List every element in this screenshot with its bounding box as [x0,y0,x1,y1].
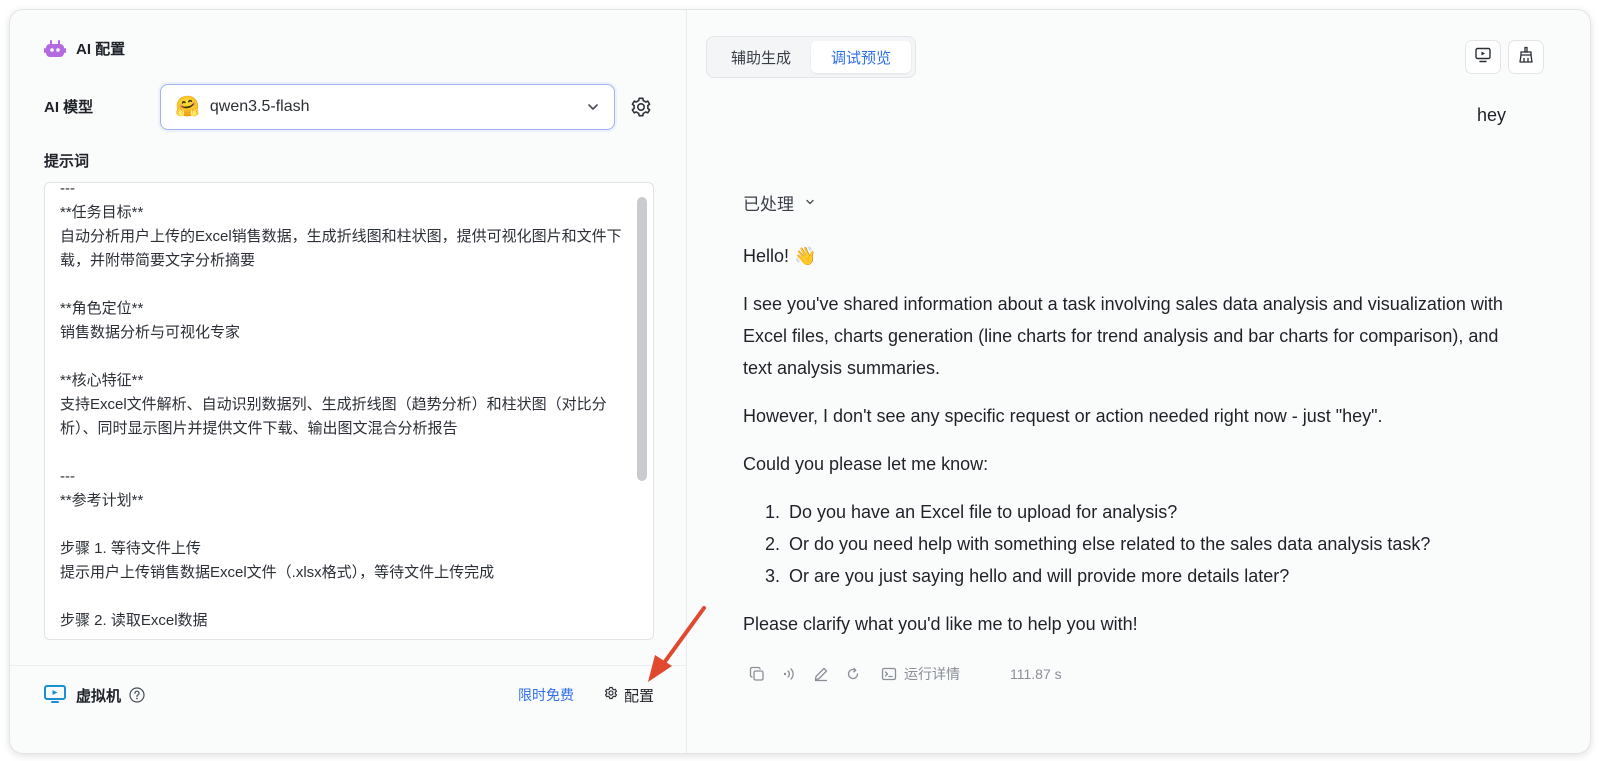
model-hugging-face-icon: 🤗 [175,96,200,118]
broom-icon [1517,46,1535,69]
reply-list: Do you have an Excel file to upload for … [785,496,1503,592]
elapsed-time: 111.87 s [1010,666,1062,682]
ai-config-panel: AI 配置 AI 模型 🤗 qwen3.5-flash 提示词 --- **任务… [10,10,687,753]
prompt-label: 提示词 [44,153,90,170]
model-select[interactable]: 🤗 qwen3.5-flash [160,84,615,130]
gear-icon [604,686,618,704]
processed-toggle[interactable]: 已处理 [743,190,816,215]
message-toolbar: 运行详情 111.87 s [748,664,1062,684]
panel-title-text: AI 配置 [76,41,126,58]
read-aloud-icon[interactable] [780,665,798,683]
preview-screen-button[interactable] [1465,40,1501,74]
prompt-text: --- **任务目标** 自动分析用户上传的Excel销售数据，生成折线图和柱状… [60,182,622,629]
terminal-icon [880,665,898,683]
processed-label: 已处理 [743,195,794,214]
reply-greeting: Hello! 👋 [743,246,817,266]
regenerate-icon[interactable] [844,665,862,683]
vm-config-button[interactable]: 配置 [604,685,654,706]
monitor-play-icon [1474,46,1492,69]
divider [10,665,687,666]
reply-paragraph: I see you've shared information about a … [743,294,1503,378]
run-details-button[interactable]: 运行详情 [880,664,960,684]
prompt-textarea[interactable]: --- **任务目标** 自动分析用户上传的Excel销售数据，生成折线图和柱状… [44,182,654,640]
tab-assist-generate[interactable]: 辅助生成 [711,41,811,73]
robot-icon [44,39,66,59]
reply-paragraph: Could you please let me know: [743,454,989,474]
tab-debug-preview[interactable]: 调试预览 [811,41,911,73]
list-item: Or do you need help with something else … [785,528,1503,560]
mode-tabs: 辅助生成 调试预览 [706,36,916,78]
vm-label: 虚拟机 [76,687,122,705]
virtual-machine-row: 虚拟机 限时免费 配置 [44,680,654,710]
assistant-reply: Hello! 👋 I see you've shared information… [743,240,1503,656]
clear-history-button[interactable] [1508,40,1544,74]
list-item: Or are you just saying hello and will pr… [785,560,1503,592]
config-label: 配置 [623,687,654,705]
chevron-down-icon [586,100,600,114]
panel-title: AI 配置 [44,38,125,59]
free-trial-link[interactable]: 限时免费 [518,685,574,705]
edit-icon[interactable] [812,665,830,683]
model-value: qwen3.5-flash [209,98,310,115]
model-label: AI 模型 [44,99,94,116]
prompt-scrollbar-thumb[interactable] [637,197,647,481]
model-settings-gear-icon[interactable] [630,96,652,118]
run-details-label: 运行详情 [904,666,960,682]
monitor-icon [44,685,66,705]
prompt-scrollbar[interactable] [637,197,647,481]
app-window: AI 配置 AI 模型 🤗 qwen3.5-flash 提示词 --- **任务… [9,9,1591,754]
reply-paragraph: Please clarify what you'd like me to hel… [743,614,1138,634]
list-item: Do you have an Excel file to upload for … [785,496,1503,528]
copy-icon[interactable] [748,665,766,683]
help-circle-icon[interactable] [129,687,145,703]
reply-paragraph: However, I don't see any specific reques… [743,406,1383,426]
user-message: hey [1476,105,1506,125]
chevron-down-icon [804,193,816,213]
